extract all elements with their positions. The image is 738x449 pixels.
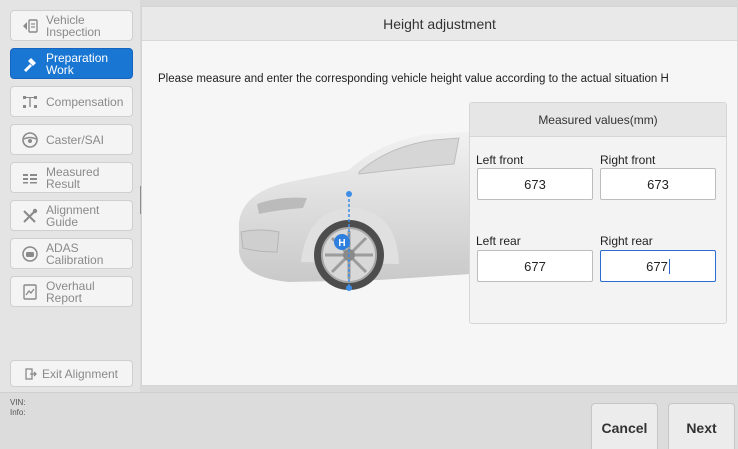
- report-icon: [21, 283, 39, 301]
- sidebar-item-caster-sai[interactable]: Caster/SAI: [10, 124, 133, 155]
- car-illustration: H: [239, 130, 501, 291]
- sidebar-item-label: Vehicle Inspection: [46, 12, 101, 39]
- vehicle-info: VIN: Info:: [10, 398, 26, 418]
- adas-icon: [21, 245, 39, 263]
- sidebar-item-label: Preparation Work: [46, 50, 109, 77]
- exit-alignment-label: Exit Alignment: [41, 366, 119, 381]
- preparation-icon: [21, 55, 39, 73]
- compensation-icon: [21, 93, 39, 111]
- left-front-input[interactable]: 673: [477, 168, 593, 200]
- right-front-label: Right front: [600, 153, 656, 167]
- measured-values-title: Measured values(mm): [470, 103, 726, 137]
- text-caret: [668, 258, 670, 274]
- info-label: Info:: [10, 408, 26, 417]
- sidebar-item-preparation-work[interactable]: Preparation Work: [10, 48, 133, 79]
- sidebar-item-label: Caster/SAI: [46, 132, 105, 147]
- sidebar-item-vehicle-inspection[interactable]: Vehicle Inspection: [10, 10, 133, 41]
- right-rear-label: Right rear: [600, 234, 653, 248]
- sidebar: Vehicle Inspection Preparation Work Comp…: [0, 0, 140, 392]
- steering-wheel-icon: [21, 131, 39, 149]
- exit-alignment-button[interactable]: Exit Alignment: [10, 360, 133, 387]
- sidebar-item-compensation[interactable]: Compensation: [10, 86, 133, 117]
- left-rear-input[interactable]: 677: [477, 250, 593, 282]
- main-panel: Height adjustment Please measure and ent…: [141, 6, 738, 386]
- vin-label: VIN:: [10, 398, 26, 407]
- exit-icon: [25, 367, 37, 380]
- cancel-button[interactable]: Cancel: [591, 403, 658, 449]
- inspection-icon: [21, 17, 39, 35]
- sidebar-item-label: Alignment Guide: [46, 202, 100, 229]
- right-front-input[interactable]: 673: [600, 168, 716, 200]
- sidebar-item-label: ADAS Calibration: [46, 240, 104, 267]
- left-front-label: Left front: [476, 153, 524, 167]
- sidebar-item-label: Compensation: [46, 94, 124, 109]
- sidebar-item-alignment-guide[interactable]: Alignment Guide: [10, 200, 133, 231]
- sidebar-item-measured-result[interactable]: Measured Result: [10, 162, 133, 193]
- right-rear-value: 677: [646, 258, 668, 274]
- sidebar-item-label: Overhaul Report: [46, 278, 95, 305]
- left-rear-label: Left rear: [476, 234, 521, 248]
- footer-bar: VIN: Info: Cancel Next: [0, 392, 738, 449]
- sidebar-item-overhaul-report[interactable]: Overhaul Report: [10, 276, 133, 307]
- next-button[interactable]: Next: [668, 403, 735, 449]
- sidebar-item-label: Measured Result: [46, 164, 100, 191]
- instruction-text: Please measure and enter the correspondi…: [158, 73, 669, 85]
- tools-icon: [21, 207, 39, 225]
- right-rear-input[interactable]: 677: [600, 250, 716, 282]
- svg-text:H: H: [338, 238, 345, 249]
- page-title: Height adjustment: [142, 7, 737, 41]
- measured-values-panel: Measured values(mm) Left front 673 Right…: [469, 102, 727, 324]
- sidebar-item-adas-calibration[interactable]: ADAS Calibration: [10, 238, 133, 269]
- result-list-icon: [21, 169, 39, 187]
